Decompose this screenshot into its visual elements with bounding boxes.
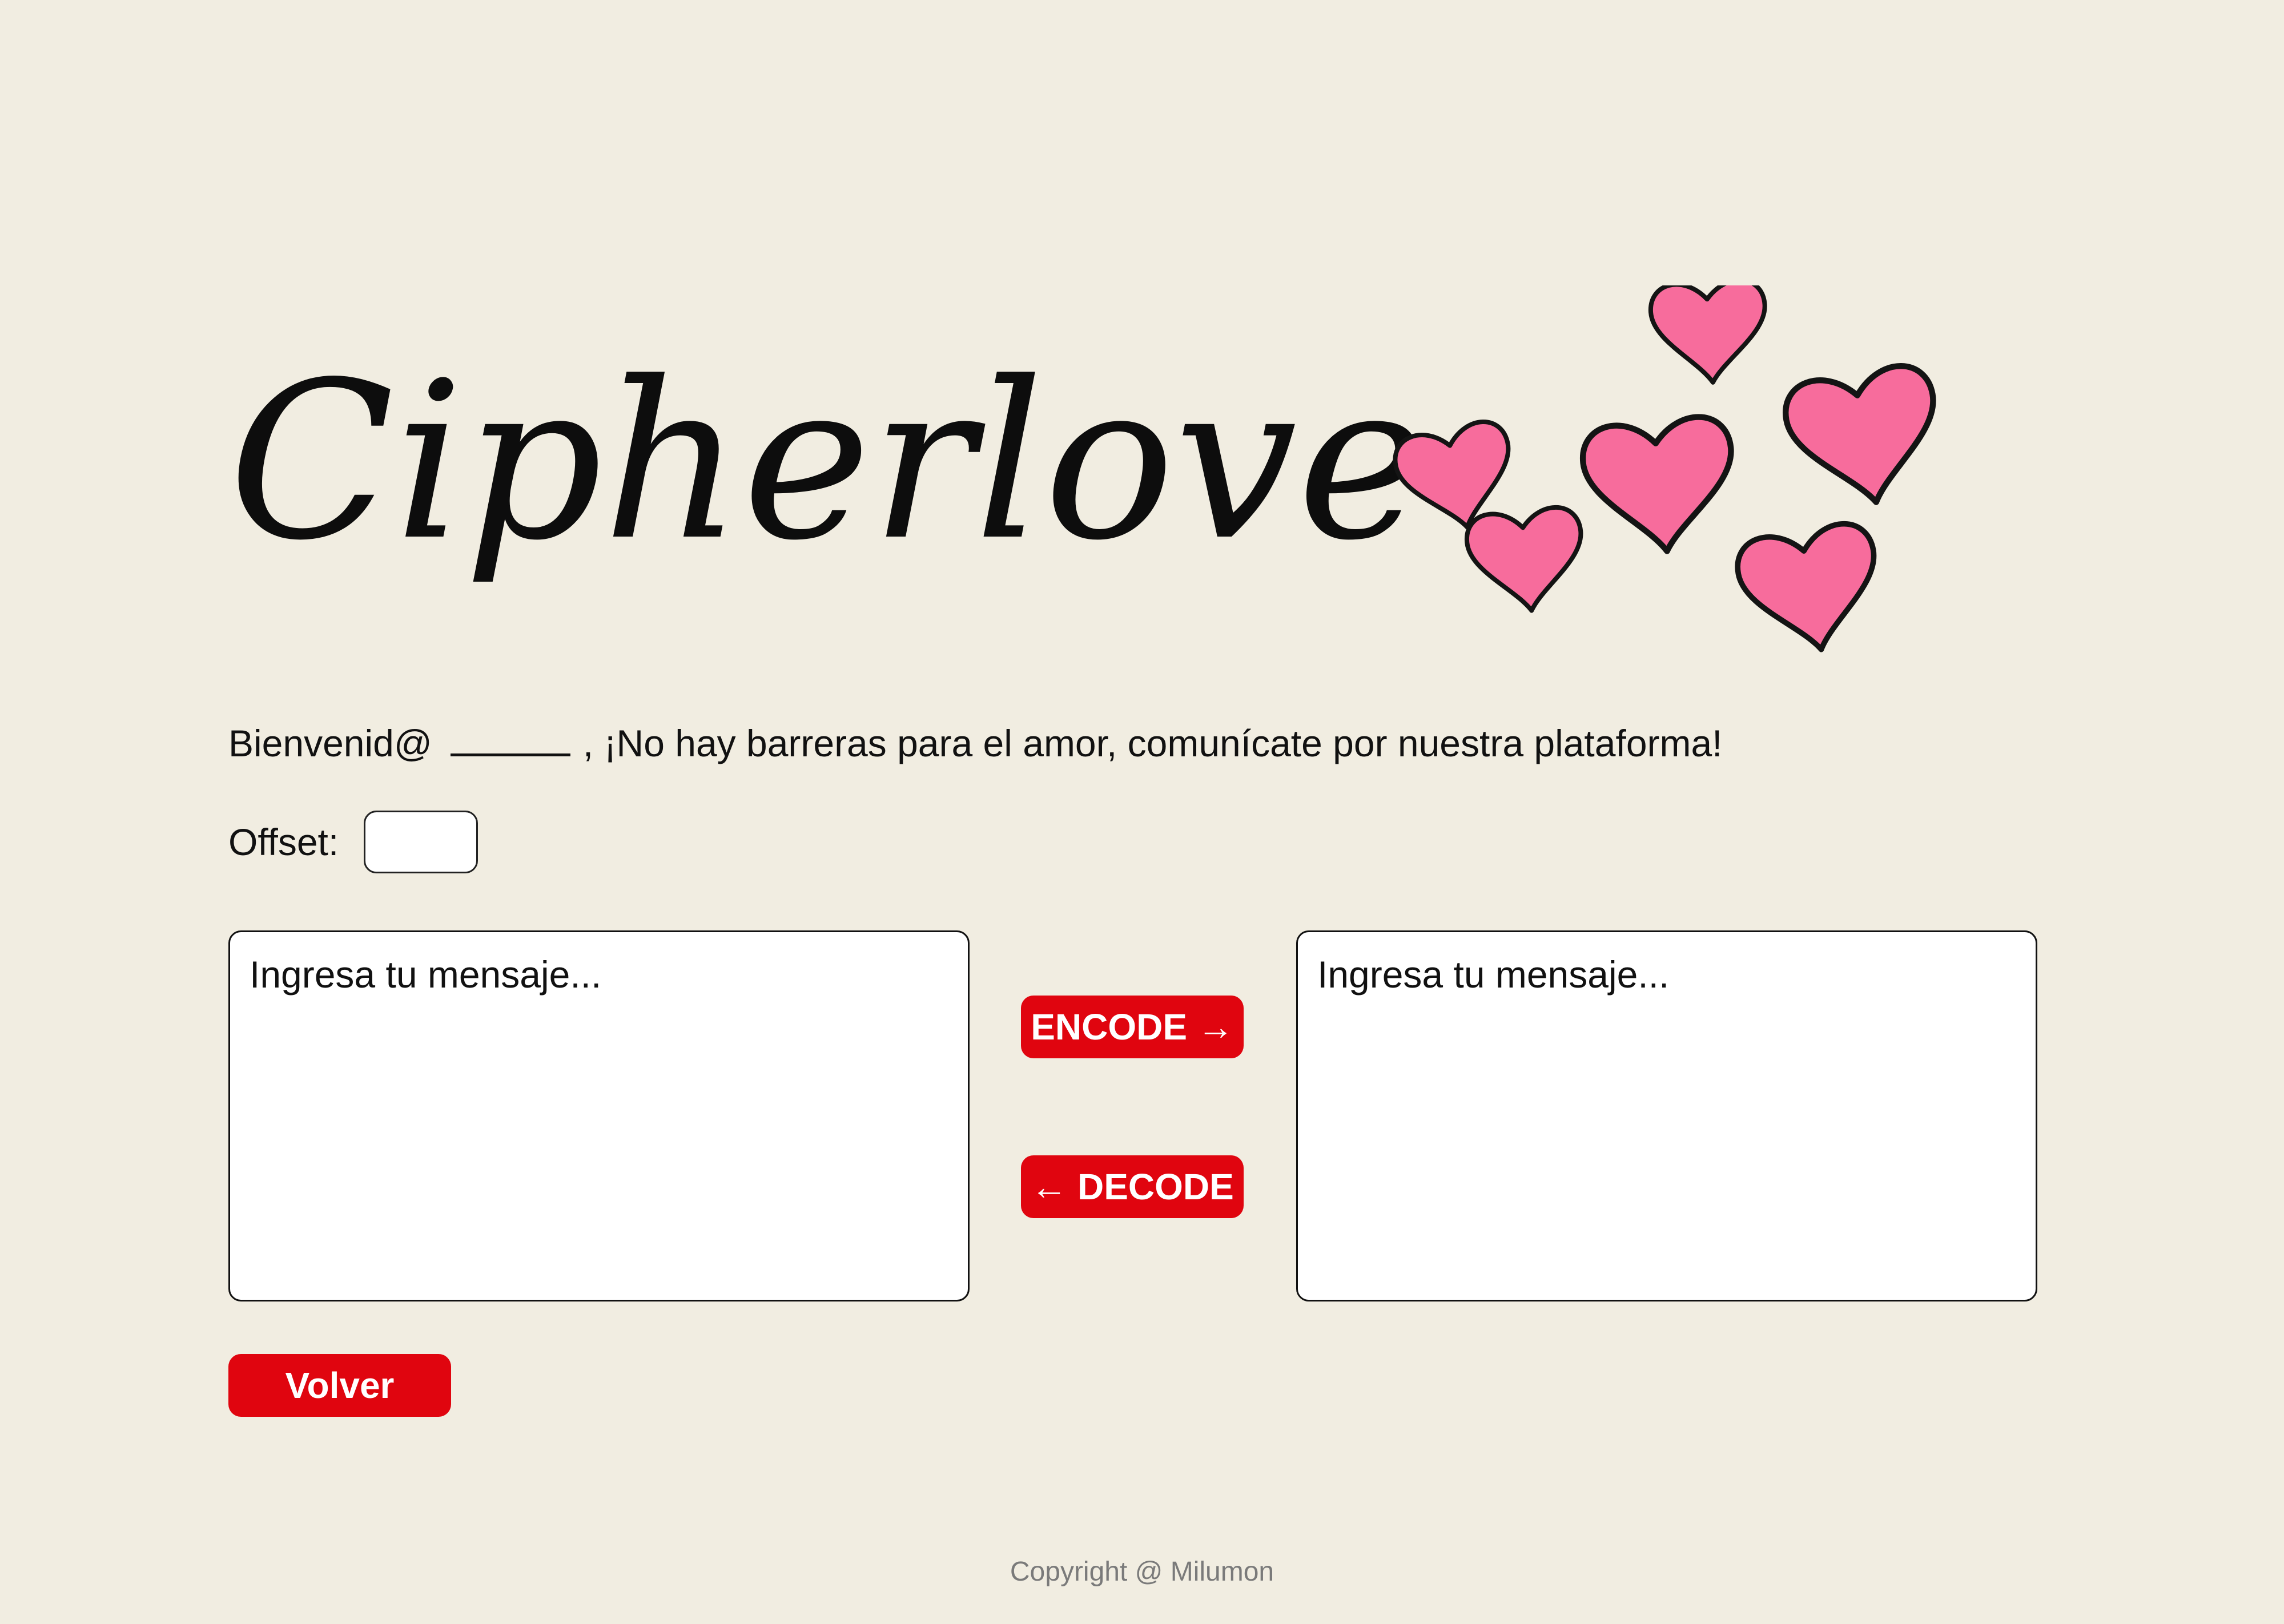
hearts-cluster-icon	[1382, 285, 1964, 674]
heart-icon	[1465, 505, 1589, 617]
offset-label: Offset:	[228, 821, 339, 863]
offset-row: Offset:	[228, 811, 478, 873]
message-input[interactable]	[228, 930, 970, 1301]
message-output[interactable]	[1296, 930, 2037, 1301]
app-logo: Cipherlove	[228, 320, 1426, 639]
back-button[interactable]: Volver	[228, 1354, 451, 1417]
offset-input[interactable]	[364, 811, 478, 873]
encode-button[interactable]: ENCODE →	[1021, 996, 1244, 1058]
decode-button[interactable]: ← DECODE	[1021, 1155, 1244, 1218]
welcome-text: , ¡No hay barreras para el amor, comuníc…	[582, 722, 1723, 764]
user-name-field	[450, 725, 570, 756]
heart-icon	[1649, 285, 1770, 386]
footer-copyright: Copyright @ Milumon	[1010, 1557, 1274, 1587]
heart-icon	[1780, 361, 1949, 515]
heart-icon	[1579, 414, 1740, 559]
welcome-greeting: Bienvenid@	[228, 722, 432, 764]
heart-icon	[1733, 519, 1889, 661]
app-logo-text: Cipherlove	[228, 335, 1426, 588]
welcome-message: Bienvenid@ , ¡No hay barreras para el am…	[228, 720, 1723, 766]
